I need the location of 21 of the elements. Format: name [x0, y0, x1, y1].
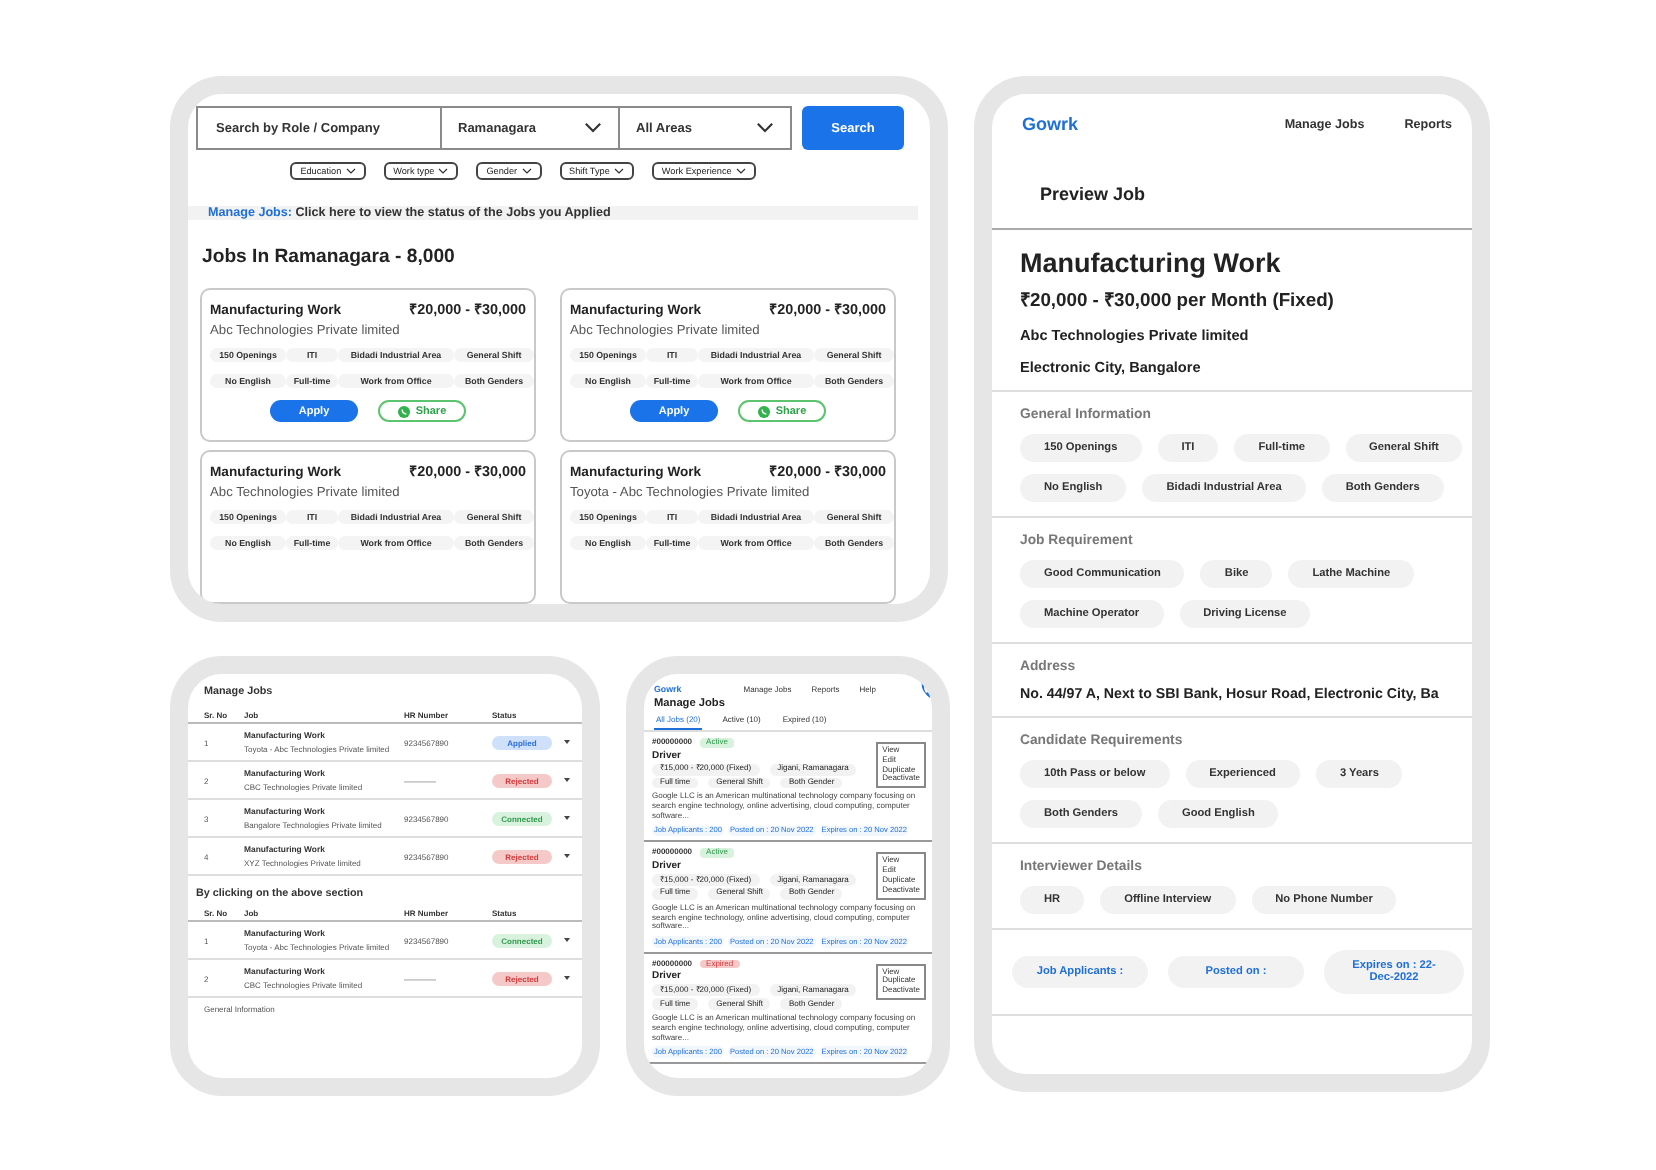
- chevron-down-icon: [438, 168, 449, 174]
- job-card[interactable]: [644, 842, 932, 954]
- job-title: Manufacturing Work: [1020, 248, 1283, 278]
- job-card[interactable]: [644, 732, 932, 843]
- job-salary: ₹20,000 - ₹30,000 per Month (Fixed): [1020, 286, 1336, 312]
- jobs-heading: Jobs In Ramanagara - 8,000: [202, 246, 457, 268]
- chevron-down-icon: [584, 122, 602, 134]
- brand-name[interactable]: Gowrk: [1022, 114, 1285, 134]
- phone-icon[interactable]: [920, 682, 932, 698]
- chevron-down-icon: [345, 168, 356, 174]
- caret-icon[interactable]: [564, 740, 570, 744]
- caret-icon[interactable]: [564, 976, 570, 980]
- caret-icon[interactable]: [564, 816, 570, 820]
- caret-icon[interactable]: [564, 854, 570, 858]
- caret-icon[interactable]: [564, 938, 570, 942]
- page-title: Preview Job: [992, 134, 1472, 230]
- chevron-down-icon: [521, 168, 532, 174]
- chevron-down-icon: [756, 122, 774, 134]
- chevron-down-icon: [613, 168, 624, 174]
- chevron-down-icon: [735, 168, 746, 174]
- caret-icon[interactable]: [564, 778, 570, 782]
